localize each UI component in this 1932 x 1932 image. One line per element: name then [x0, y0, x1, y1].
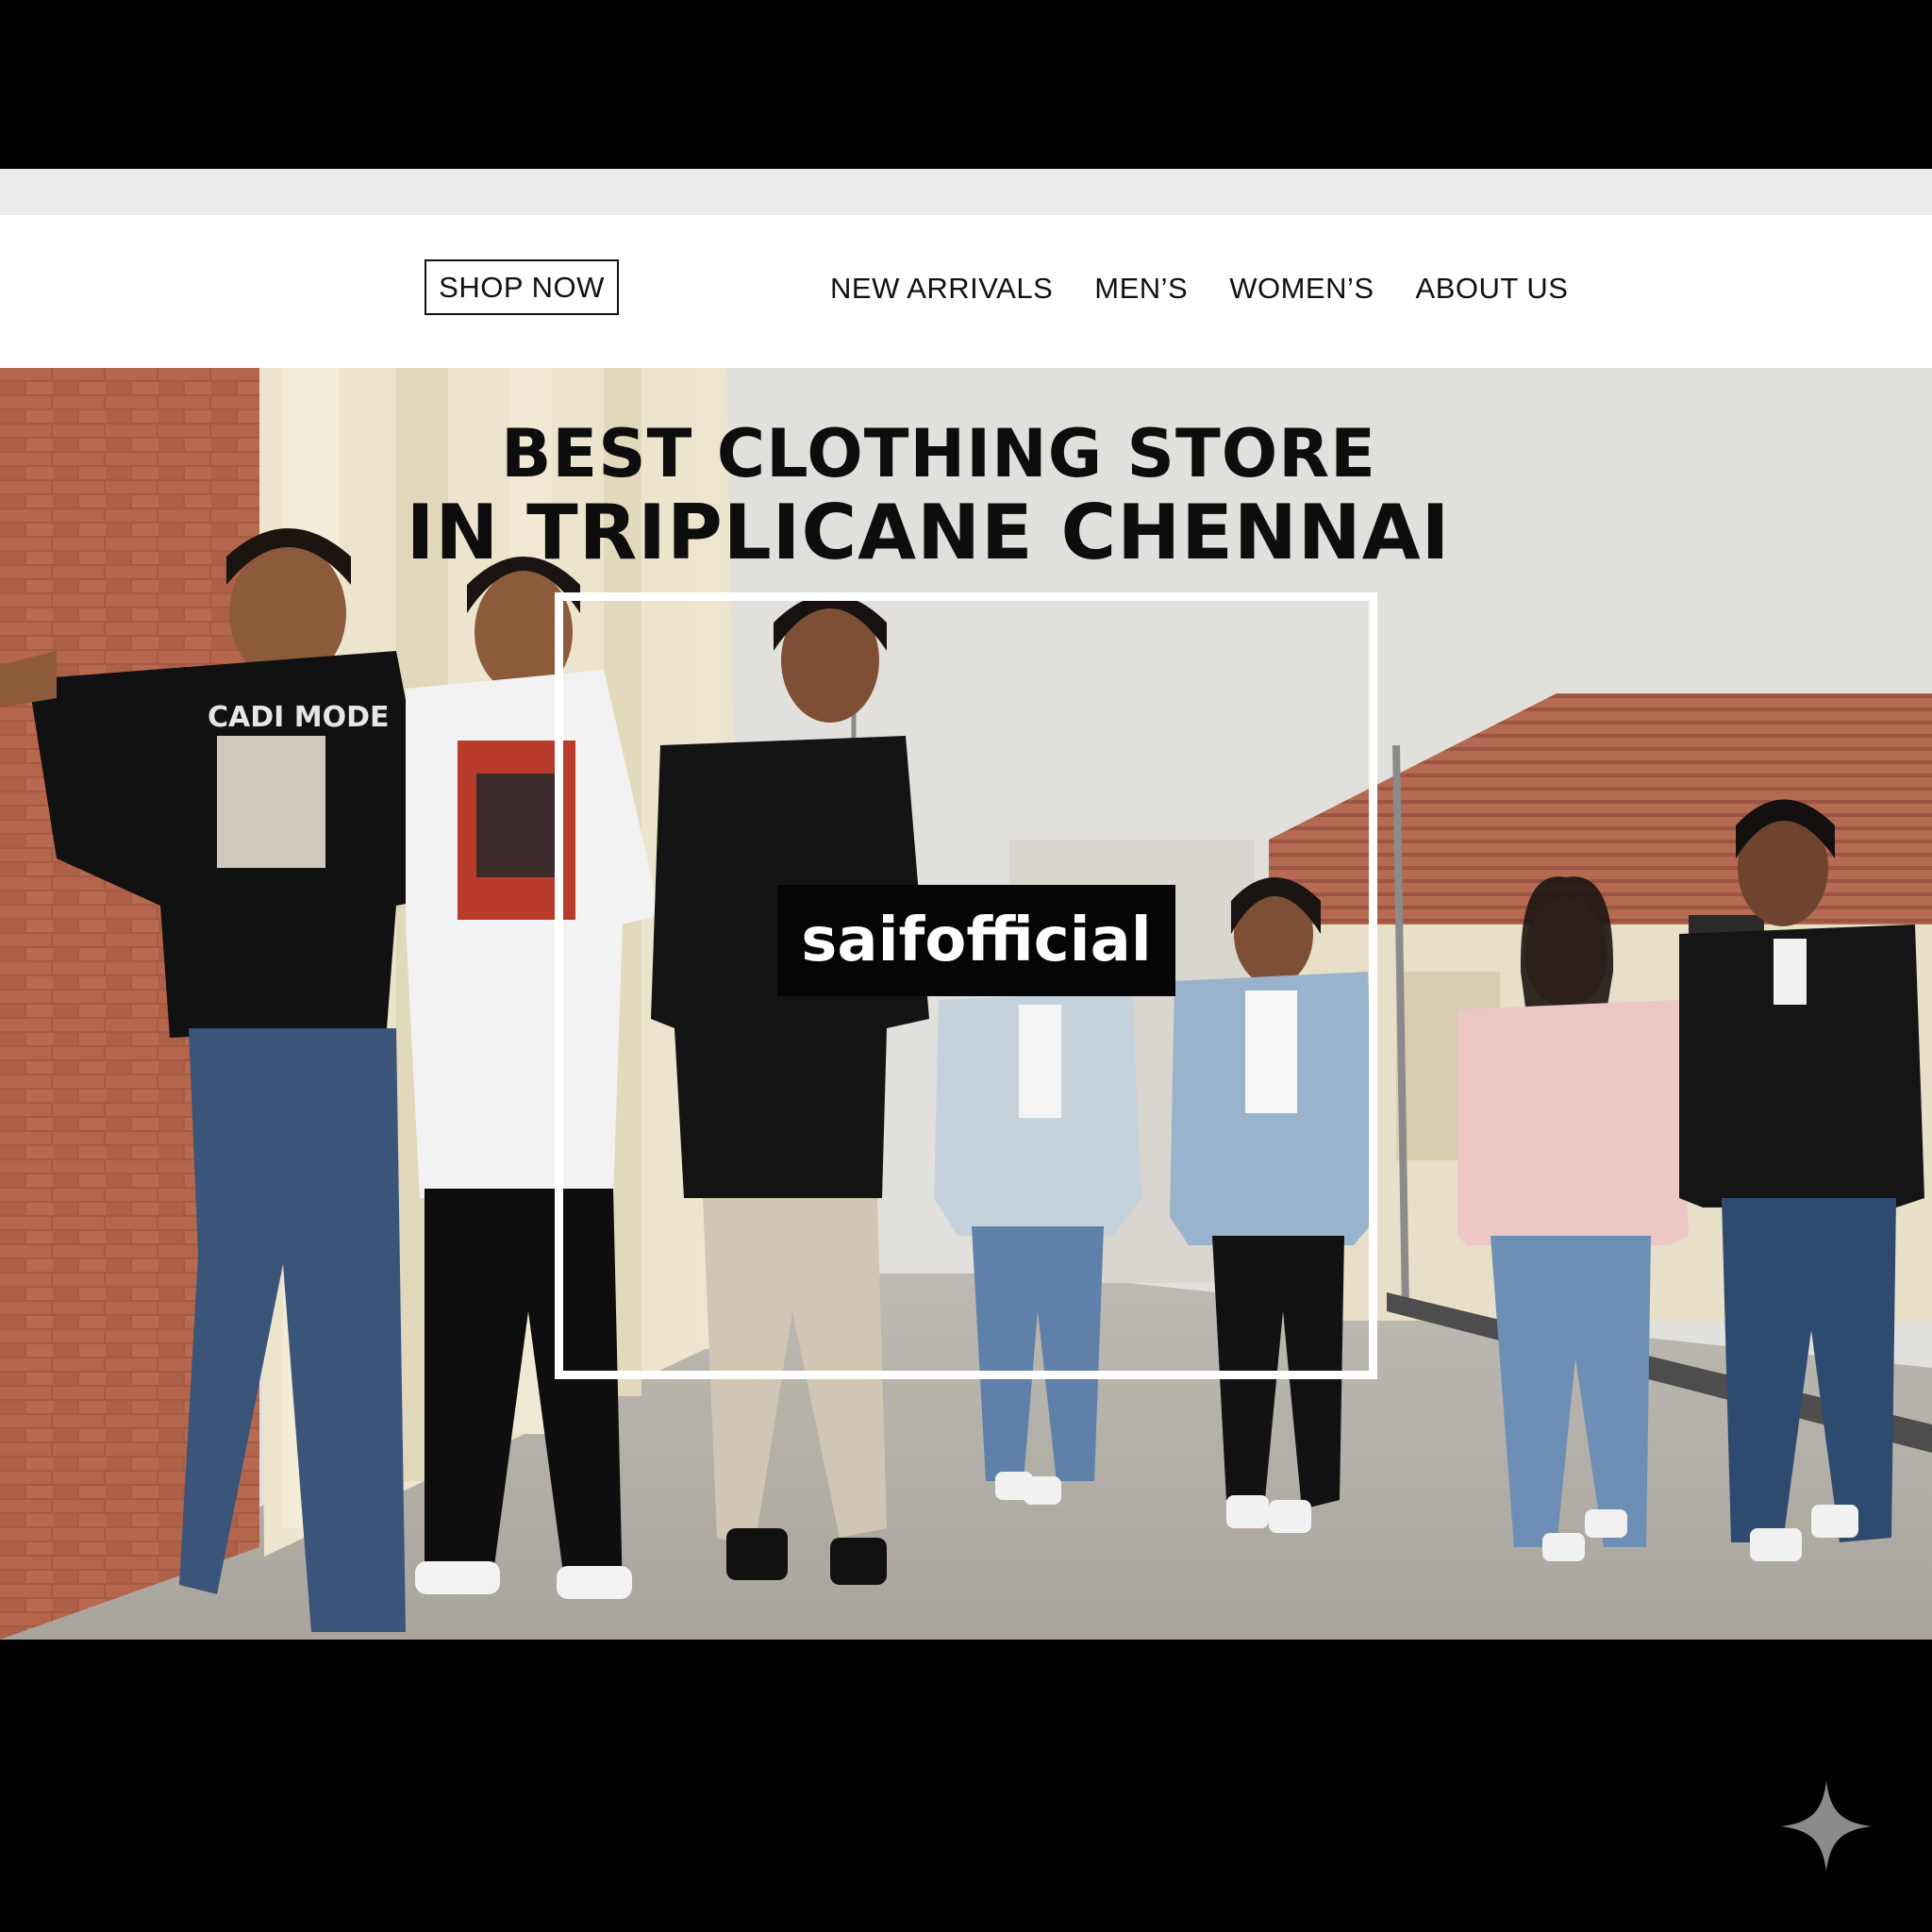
hero-banner: CADI MODE BEST CLOTHING STORE IN TRIPLIC…	[0, 368, 1932, 1640]
shop-now-button[interactable]: SHOP NOW	[425, 259, 619, 315]
main-nav: NEW ARRIVALS MEN’S WOMEN’S ABOUT US	[830, 262, 1568, 315]
hero-title-line-1: BEST CLOTHING STORE	[501, 415, 1376, 492]
nav-link-new-arrivals[interactable]: NEW ARRIVALS	[830, 272, 1053, 306]
site-header: SHOP NOW NEW ARRIVALS MEN’S WOMEN’S ABOU…	[0, 215, 1932, 368]
nav-link-mens[interactable]: MEN’S	[1094, 272, 1188, 306]
nav-link-womens[interactable]: WOMEN’S	[1229, 272, 1374, 306]
sparkle-icon	[1781, 1781, 1872, 1872]
top-letterbox	[0, 0, 1932, 169]
hero-title-line-2: IN TRIPLICANE CHENNAI	[406, 489, 1451, 576]
nav-link-about-us[interactable]: ABOUT US	[1416, 272, 1569, 306]
bottom-letterbox	[0, 1640, 1932, 1932]
brand-badge[interactable]: saifofficial	[777, 885, 1175, 996]
tshirt-print-text: CADI MODE	[208, 701, 390, 734]
browser-chrome-strip	[0, 169, 1932, 215]
